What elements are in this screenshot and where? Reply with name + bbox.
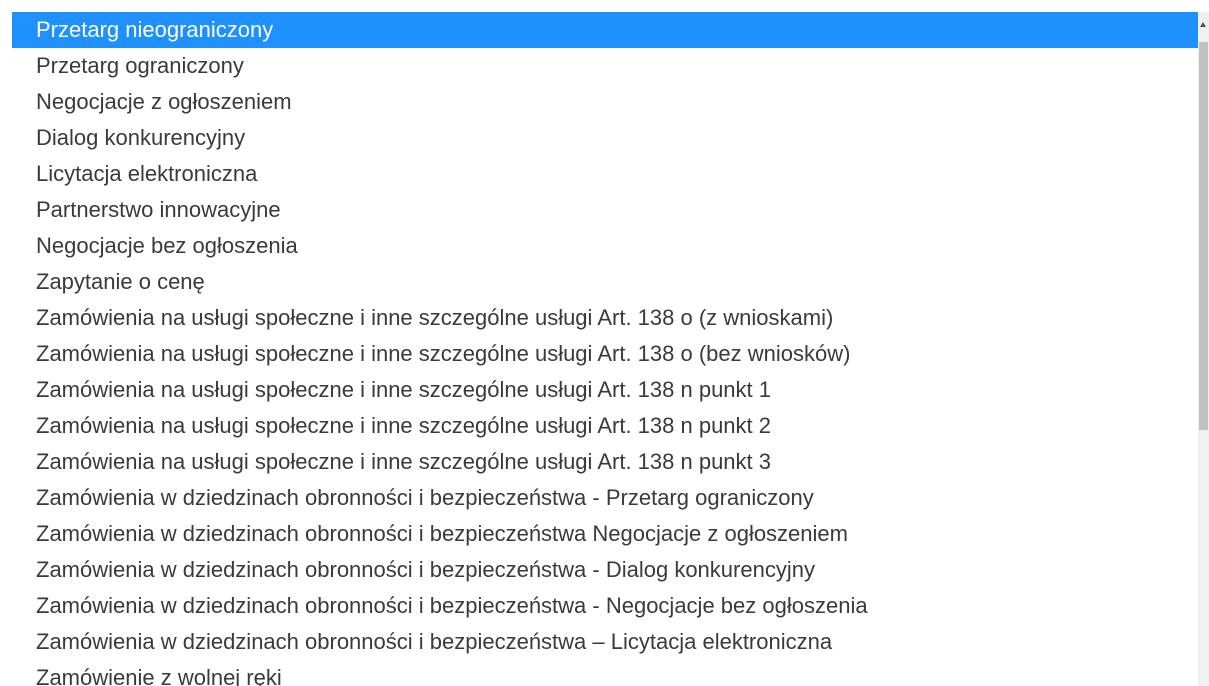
procedure-type-dropdown-list[interactable]: Przetarg nieograniczony Przetarg ogranic… (12, 12, 1209, 686)
vertical-scrollbar[interactable] (1198, 12, 1209, 686)
chevron-up-icon[interactable] (1198, 12, 1209, 40)
option-uslugi-spoleczne-138n-punkt-2[interactable]: Zamówienia na usługi społeczne i inne sz… (12, 408, 1198, 444)
option-uslugi-spoleczne-138o-z-wnioskami[interactable]: Zamówienia na usługi społeczne i inne sz… (12, 300, 1198, 336)
option-obronnosc-negocjacje-z-ogloszeniem[interactable]: Zamówienia w dziedzinach obronności i be… (12, 516, 1198, 552)
option-uslugi-spoleczne-138n-punkt-1[interactable]: Zamówienia na usługi społeczne i inne sz… (12, 372, 1198, 408)
option-przetarg-nieograniczony[interactable]: Przetarg nieograniczony (12, 12, 1198, 48)
option-negocjacje-bez-ogloszenia[interactable]: Negocjacje bez ogłoszenia (12, 228, 1198, 264)
option-zamowienie-z-wolnej-reki[interactable]: Zamówienie z wolnej ręki (12, 660, 1198, 686)
option-obronnosc-licytacja-elektroniczna[interactable]: Zamówienia w dziedzinach obronności i be… (12, 624, 1198, 660)
scrollbar-thumb[interactable] (1199, 42, 1208, 430)
option-przetarg-ograniczony[interactable]: Przetarg ograniczony (12, 48, 1198, 84)
option-uslugi-spoleczne-138o-bez-wnioskow[interactable]: Zamówienia na usługi społeczne i inne sz… (12, 336, 1198, 372)
option-dialog-konkurencyjny[interactable]: Dialog konkurencyjny (12, 120, 1198, 156)
option-obronnosc-negocjacje-bez-ogloszenia[interactable]: Zamówienia w dziedzinach obronności i be… (12, 588, 1198, 624)
options-list: Przetarg nieograniczony Przetarg ogranic… (12, 12, 1198, 686)
option-zapytanie-o-cene[interactable]: Zapytanie o cenę (12, 264, 1198, 300)
option-obronnosc-przetarg-ograniczony[interactable]: Zamówienia w dziedzinach obronności i be… (12, 480, 1198, 516)
option-partnerstwo-innowacyjne[interactable]: Partnerstwo innowacyjne (12, 192, 1198, 228)
option-uslugi-spoleczne-138n-punkt-3[interactable]: Zamówienia na usługi społeczne i inne sz… (12, 444, 1198, 480)
option-licytacja-elektroniczna[interactable]: Licytacja elektroniczna (12, 156, 1198, 192)
option-negocjacje-z-ogloszeniem[interactable]: Negocjacje z ogłoszeniem (12, 84, 1198, 120)
option-obronnosc-dialog-konkurencyjny[interactable]: Zamówienia w dziedzinach obronności i be… (12, 552, 1198, 588)
